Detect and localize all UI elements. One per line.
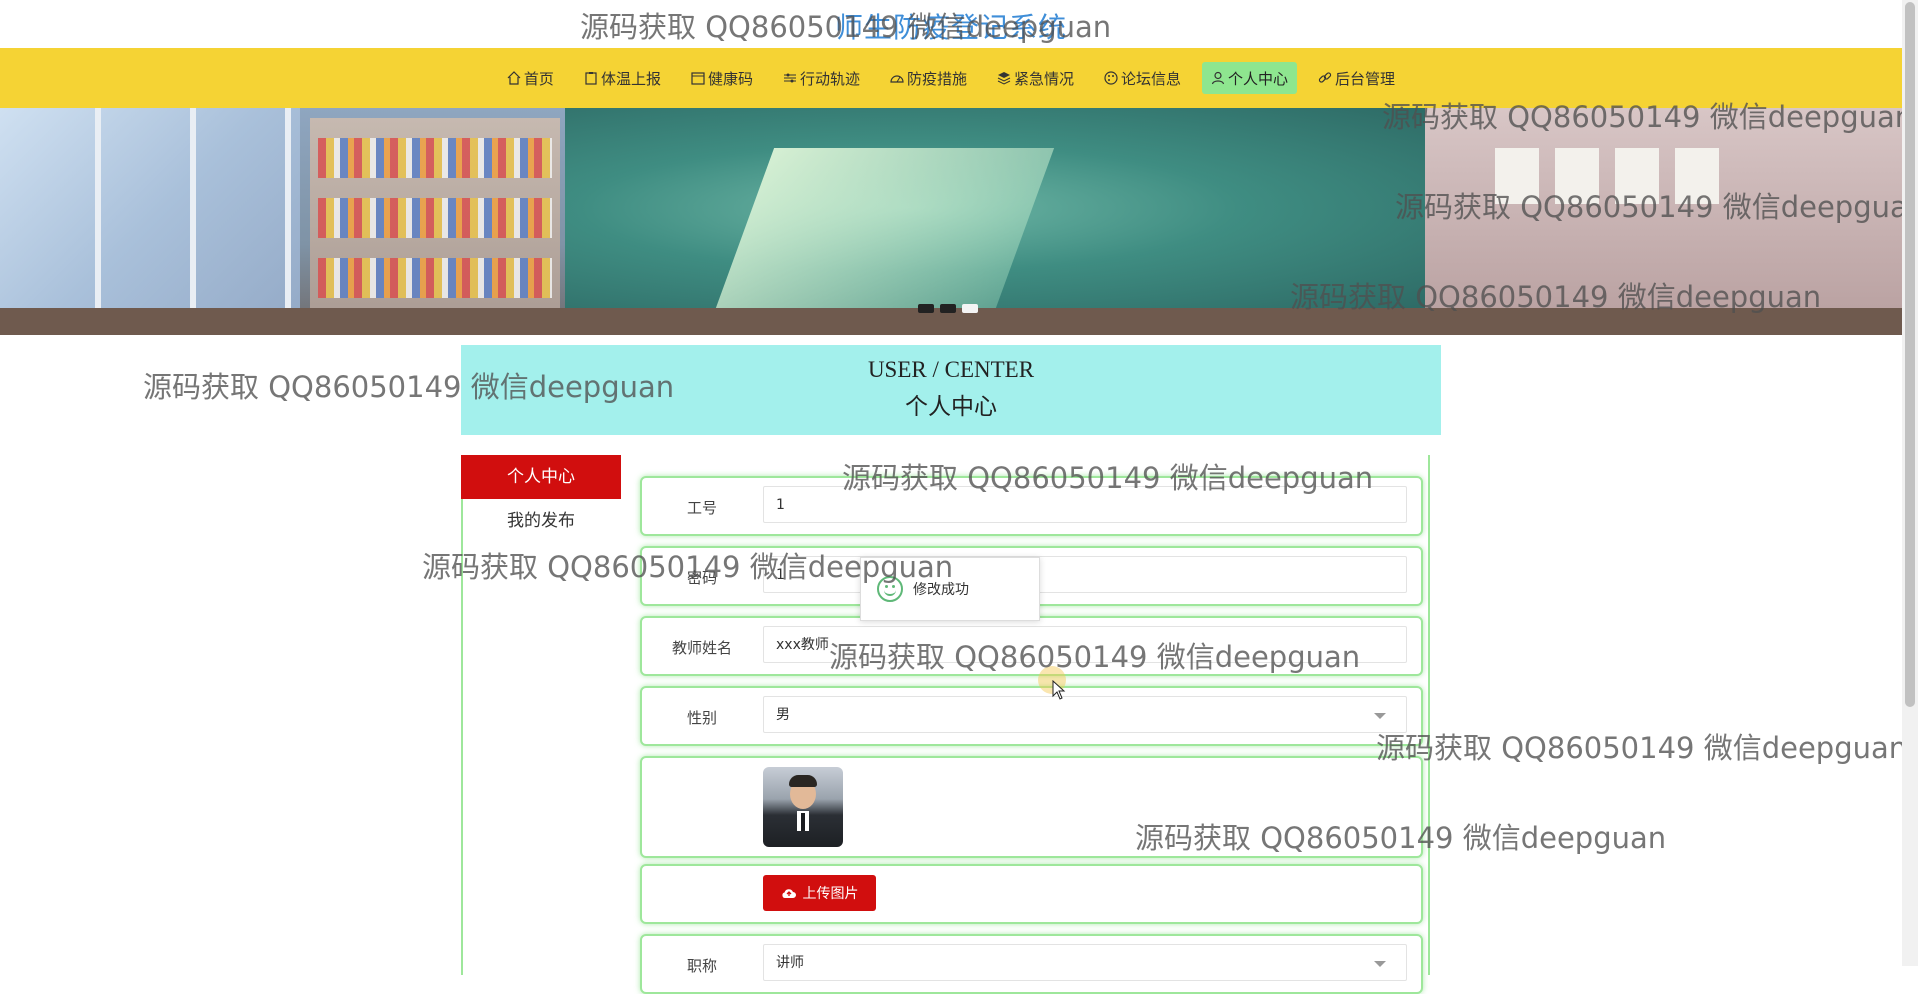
banner-window <box>0 108 300 335</box>
sliders-icon <box>783 73 796 83</box>
sidebar-menu: 个人中心 我的发布 <box>461 455 621 543</box>
nav-trajectory[interactable]: 行动轨迹 <box>774 62 869 94</box>
site-title: 师生防疫登记系统 <box>834 11 1067 44</box>
nav-health-code[interactable]: 健康码 <box>682 62 762 94</box>
carousel-dot-active[interactable] <box>962 304 978 313</box>
nav-label: 健康码 <box>707 69 753 88</box>
link-icon <box>1318 72 1332 83</box>
nav-emergency[interactable]: 紧急情况 <box>988 62 1083 94</box>
form-row-upload: 上传图片 <box>640 864 1423 924</box>
user-center-title-cn: 个人中心 <box>905 394 997 419</box>
nav-label: 论坛信息 <box>1121 69 1182 88</box>
chevron-down-icon <box>1374 961 1386 967</box>
nav-label: 后台管理 <box>1335 69 1396 88</box>
calendar-icon <box>691 72 705 85</box>
gender-label: 性别 <box>686 709 717 727</box>
sidebar-item-my-posts[interactable]: 我的发布 <box>461 499 621 543</box>
layers-icon <box>997 72 1011 85</box>
gender-value: 男 <box>776 707 790 723</box>
avatar-image <box>763 767 843 847</box>
user-center-title-en: USER / CENTER <box>867 357 1035 382</box>
nav-forum[interactable]: 论坛信息 <box>1095 62 1190 94</box>
nav-prevention-measures[interactable]: 防疫措施 <box>881 62 976 94</box>
nav-label: 体温上报 <box>600 69 661 88</box>
page-scrollbar[interactable] <box>1902 0 1918 966</box>
clipboard-icon <box>585 72 597 85</box>
job-no-label: 工号 <box>686 499 717 517</box>
banner-bookshelf <box>310 118 560 335</box>
form-row-avatar <box>640 756 1423 858</box>
scrollbar-thumb[interactable] <box>1905 2 1915 707</box>
user-center-header: USER / CENTER 个人中心 <box>461 345 1441 435</box>
title-select[interactable]: 讲师 <box>763 944 1407 981</box>
form-row-teacher-name: 教师姓名 xxx教师 <box>640 616 1423 676</box>
upload-label: 上传图片 <box>802 885 859 901</box>
nav-label: 首页 <box>523 69 554 88</box>
nav-temperature-report[interactable]: 体温上报 <box>575 62 670 94</box>
chevron-down-icon <box>1374 713 1386 719</box>
success-toast: 修改成功 <box>860 557 1040 621</box>
smile-icon <box>877 576 903 602</box>
nav-label: 个人中心 <box>1228 69 1289 88</box>
sidebar-item-user-center[interactable]: 个人中心 <box>461 455 621 499</box>
banner-blackboard <box>565 108 1425 308</box>
toast-message: 修改成功 <box>913 582 969 598</box>
nav-admin[interactable]: 后台管理 <box>1309 62 1404 94</box>
pointer-icon <box>1052 680 1066 700</box>
cloud-upload-icon <box>781 889 796 898</box>
gauge-icon <box>890 75 904 83</box>
banner-carousel <box>0 108 1902 335</box>
main-nav: 首页 体温上报 健康码 行动轨迹 防疫措施 紧急情况 论坛信息 个人中心 后台管… <box>0 48 1902 108</box>
banner-classroom-wall <box>1425 108 1902 335</box>
form-row-gender: 性别 男 <box>640 686 1423 746</box>
title-value: 讲师 <box>776 955 804 971</box>
password-label: 密码 <box>686 569 717 587</box>
gender-select[interactable]: 男 <box>763 696 1407 733</box>
carousel-dot[interactable] <box>918 304 934 313</box>
palette-icon <box>1104 71 1118 85</box>
home-icon <box>507 71 521 85</box>
watermark: 源码获取 QQ86050149 微信deepguan <box>1376 731 1908 765</box>
nav-label: 行动轨迹 <box>799 69 860 88</box>
nav-user-center[interactable]: 个人中心 <box>1202 62 1298 94</box>
form-row-job-no: 工号 1 <box>640 476 1423 536</box>
teacher-name-input[interactable]: xxx教师 <box>763 626 1407 663</box>
nav-label: 防疫措施 <box>906 69 967 88</box>
upload-image-button[interactable]: 上传图片 <box>763 875 876 911</box>
carousel-indicators <box>918 304 978 313</box>
job-no-input[interactable]: 1 <box>763 486 1407 523</box>
teacher-name-label: 教师姓名 <box>671 639 732 657</box>
nav-home[interactable]: 首页 <box>498 62 563 94</box>
form-row-title: 职称 讲师 <box>640 934 1423 994</box>
user-icon <box>1211 71 1225 85</box>
nav-label: 紧急情况 <box>1014 69 1075 88</box>
top-bar: 师生防疫登记系统 <box>0 0 1902 48</box>
carousel-dot[interactable] <box>940 304 956 313</box>
